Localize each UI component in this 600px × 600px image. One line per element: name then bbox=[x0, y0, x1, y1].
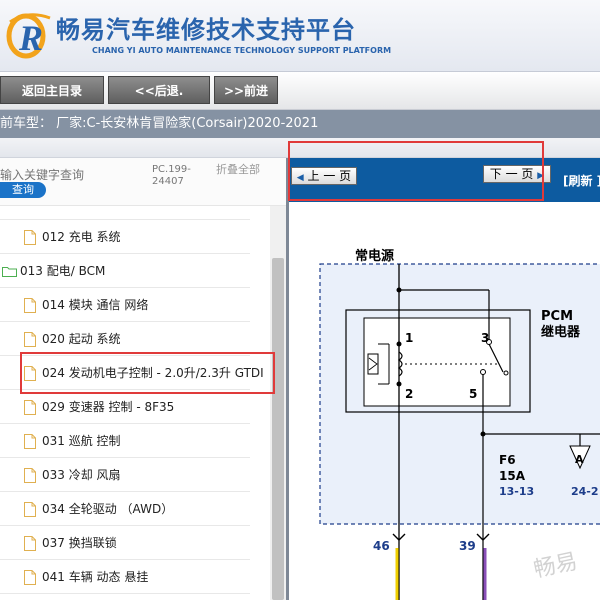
tree-item-label: 034 全轮驱动 （AWD） bbox=[42, 502, 174, 516]
document-icon bbox=[24, 468, 36, 483]
document-icon bbox=[24, 502, 36, 517]
refresh-link[interactable]: [刷新 ] bbox=[563, 172, 600, 189]
tree-item-034[interactable]: 034 全轮驱动 （AWD） bbox=[0, 492, 250, 526]
app-header: R 畅易汽车维修技术支持平台 CHANG YI AUTO MAINTENANCE… bbox=[0, 0, 600, 72]
tree-item-041[interactable]: 041 车辆 动态 悬挂 bbox=[0, 560, 250, 594]
nav-bar: 返回主目录 <<后退. >>前进 bbox=[0, 72, 600, 110]
document-icon bbox=[24, 536, 36, 551]
tree-item-label: 013 配电/ BCM bbox=[20, 264, 106, 278]
platform-subtitle: CHANG YI AUTO MAINTENANCE TECHNOLOGY SUP… bbox=[92, 46, 392, 55]
power-label: 常电源 bbox=[355, 248, 394, 264]
tree-item-label: 020 起动 系统 bbox=[42, 332, 121, 346]
tree-item-label: 012 充电 系统 bbox=[42, 230, 121, 244]
collapse-all-link[interactable]: 折叠全部 bbox=[216, 164, 260, 176]
wiring-diagram: 常电源 1 2 3 5 PCM 继电器 A F6 15A 13-13 24-2 … bbox=[319, 248, 600, 600]
tree-item-014[interactable]: 014 模块 通信 网络 bbox=[0, 288, 250, 322]
search-area: 查询 PC.199-24407 折叠全部 bbox=[0, 158, 286, 206]
ref-24-2: 24-2 bbox=[571, 485, 599, 498]
document-icon bbox=[24, 570, 36, 585]
tree-item-label: 029 变速器 控制 - 8F35 bbox=[42, 400, 175, 414]
document-icon bbox=[24, 230, 36, 245]
tree-item-label: 031 巡航 控制 bbox=[42, 434, 121, 448]
pin-2-label: 2 bbox=[405, 387, 413, 401]
pin-1-label: 1 bbox=[405, 331, 413, 345]
tree-item-037[interactable]: 037 换挡联锁 bbox=[0, 526, 250, 560]
pin-5-label: 5 bbox=[469, 387, 477, 401]
tree-item-label: 041 车辆 动态 悬挂 bbox=[42, 570, 149, 584]
scrollbar-thumb[interactable] bbox=[272, 258, 284, 600]
search-button[interactable]: 查询 bbox=[0, 182, 46, 198]
relay-name-line1: PCM bbox=[541, 309, 573, 324]
svg-text:A: A bbox=[575, 453, 584, 466]
tree-item-label: 037 换挡联锁 bbox=[42, 536, 117, 550]
home-button[interactable]: 返回主目录 bbox=[0, 76, 104, 104]
back-button[interactable]: <<后退. bbox=[108, 76, 210, 104]
tree-item-label: 033 冷却 风扇 bbox=[42, 468, 121, 482]
fuse-rating: 15A bbox=[499, 469, 526, 483]
wire-39-label: 39 bbox=[459, 539, 476, 553]
tree-folder-013[interactable]: 013 配电/ BCM bbox=[0, 254, 250, 288]
tree-item-partial bbox=[0, 206, 250, 220]
document-icon bbox=[24, 332, 36, 347]
changyi-logo-icon: R bbox=[6, 13, 51, 59]
tree-item-020[interactable]: 020 起动 系统 bbox=[0, 322, 250, 356]
tree-item-012[interactable]: 012 充电 系统 bbox=[0, 220, 250, 254]
svg-text:R: R bbox=[18, 18, 43, 58]
relay-name-line2: 继电器 bbox=[541, 324, 581, 340]
right-pane: ◀ 上 一 页 下 一 页 ▶ [刷新 ] 常电源 1 2 3 5 PCM 继电… bbox=[289, 158, 600, 600]
fuse-ref: 13-13 bbox=[499, 485, 534, 498]
pc-number: PC.199-24407 bbox=[152, 164, 191, 187]
platform-title: 畅易汽车维修技术支持平台 bbox=[56, 16, 356, 44]
tree-item-033[interactable]: 033 冷却 风扇 bbox=[0, 458, 250, 492]
highlight-selected-item bbox=[20, 352, 275, 394]
tree-item-label: 014 模块 通信 网络 bbox=[42, 298, 149, 312]
folder-icon bbox=[2, 267, 17, 277]
pin-3-label: 3 bbox=[481, 331, 489, 345]
tree-scrollbar[interactable] bbox=[270, 206, 286, 600]
watermark: 畅易 bbox=[532, 549, 580, 583]
document-icon bbox=[24, 298, 36, 313]
fuse-name: F6 bbox=[499, 453, 516, 467]
tree-item-031[interactable]: 031 巡航 控制 bbox=[0, 424, 250, 458]
vehicle-info: 前车型： 厂家:C-长安林肯冒险家(Corsair)2020-2021 bbox=[0, 110, 600, 138]
highlight-pager-buttons bbox=[288, 141, 544, 201]
document-icon bbox=[24, 434, 36, 449]
toc-tree: 012 充电 系统 013 配电/ BCM 014 模块 通信 网络 020 起… bbox=[0, 206, 270, 600]
tree-item-029[interactable]: 029 变速器 控制 - 8F35 bbox=[0, 390, 250, 424]
document-icon bbox=[24, 400, 36, 415]
wire-46-label: 46 bbox=[373, 539, 390, 553]
forward-button[interactable]: >>前进 bbox=[214, 76, 278, 104]
